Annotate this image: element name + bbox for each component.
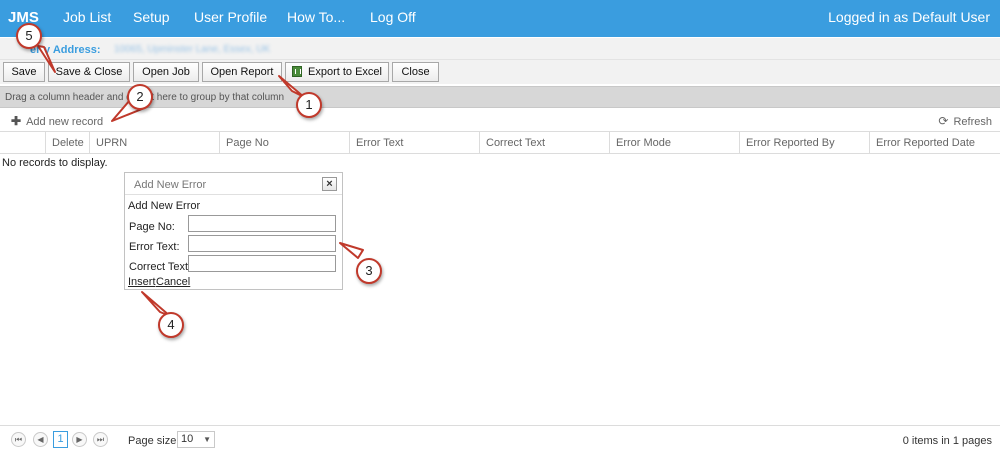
pager-info: 0 items in 1 pages [902, 435, 992, 447]
close-icon[interactable]: × [322, 177, 337, 191]
page-number-current[interactable]: 1 [53, 431, 68, 448]
logged-in-status: Logged in as Default User [828, 9, 990, 25]
page-size-label: Page size: [128, 435, 180, 447]
refresh-label: Refresh [953, 116, 992, 128]
refresh-button[interactable]: ⟳ Refresh [938, 114, 992, 128]
cancel-link[interactable]: Cancel [156, 276, 190, 288]
add-new-record-label: Add new record [26, 116, 104, 128]
save-close-button[interactable]: Save & Close [48, 62, 130, 82]
first-page-icon[interactable]: ⏮ [11, 432, 26, 447]
popup-header[interactable]: Add New Error × [125, 173, 342, 195]
callout-3: 3 [356, 258, 382, 284]
column-error-reported-date[interactable]: Error Reported Date [869, 132, 1000, 154]
correct-text-input[interactable] [188, 255, 336, 272]
next-page-icon[interactable]: ▶ [72, 432, 87, 447]
nav-item-how-to[interactable]: How To... [287, 9, 345, 25]
nav-item-setup[interactable]: Setup [133, 9, 170, 25]
add-new-error-popup: Add New Error × Add New Error Page No: E… [124, 172, 343, 290]
property-address-row: erty Address: 10065, Upminster Lane, Ess… [0, 38, 1000, 60]
column-uprn[interactable]: UPRN [89, 132, 219, 154]
popup-subtitle: Add New Error [128, 200, 201, 212]
popup-title: Add New Error [134, 179, 207, 191]
page-size-select[interactable]: 10 ▼ [177, 431, 215, 448]
callout-1: 1 [296, 92, 322, 118]
error-text-label: Error Text: [129, 241, 180, 253]
property-address-label: erty Address: [30, 44, 101, 56]
column-page-no[interactable]: Page No [219, 132, 349, 154]
refresh-icon: ⟳ [938, 114, 949, 128]
open-report-button[interactable]: Open Report [202, 62, 282, 82]
excel-icon [292, 66, 302, 77]
column-error-mode[interactable]: Error Mode [609, 132, 739, 154]
last-page-icon[interactable]: ⏭ [93, 432, 108, 447]
plus-icon: ✚ [11, 114, 22, 128]
nav-item-user-profile[interactable]: User Profile [194, 9, 267, 25]
column-error-reported-by[interactable]: Error Reported By [739, 132, 869, 154]
top-nav-bar: JMS Job List Setup User Profile How To..… [0, 0, 1000, 37]
column-correct-text[interactable]: Correct Text [479, 132, 609, 154]
save-button[interactable]: Save [3, 62, 45, 82]
close-button[interactable]: Close [392, 62, 439, 82]
grid-pager: ⏮ ◀ 1 ▶ ⏭ Page size: 10 ▼ 0 items in 1 pa… [0, 425, 1000, 452]
nav-item-job-list[interactable]: Job List [63, 9, 111, 25]
column-error-text[interactable]: Error Text [349, 132, 479, 154]
grid-column-headers: Delete UPRN Page No Error Text Correct T… [0, 132, 1000, 154]
open-job-button[interactable]: Open Job [133, 62, 199, 82]
empty-grid-message: No records to display. [2, 157, 108, 169]
chevron-down-icon: ▼ [203, 435, 211, 444]
grid-command-bar: ✚ Add new record ⟳ Refresh [0, 108, 1000, 132]
add-new-record-button[interactable]: ✚ Add new record [11, 114, 103, 128]
property-address-value: 10065, Upminster Lane, Essex, UK [114, 44, 271, 55]
callout-4: 4 [158, 312, 184, 338]
export-excel-button[interactable]: Export to Excel [285, 62, 389, 82]
nav-item-log-off[interactable]: Log Off [370, 9, 416, 25]
page-no-label: Page No: [129, 221, 175, 233]
correct-text-label: Correct Text: [129, 261, 192, 273]
prev-page-icon[interactable]: ◀ [33, 432, 48, 447]
callout-2: 2 [127, 84, 153, 110]
error-text-input[interactable] [188, 235, 336, 252]
insert-link[interactable]: Insert [128, 276, 156, 288]
column-delete[interactable]: Delete [45, 132, 89, 154]
page-no-input[interactable] [188, 215, 336, 232]
callout-5: 5 [16, 23, 42, 49]
export-excel-label: Export to Excel [308, 66, 382, 78]
action-toolbar: Save Save & Close Open Job Open Report E… [0, 60, 1000, 84]
page-size-value: 10 [181, 433, 194, 445]
